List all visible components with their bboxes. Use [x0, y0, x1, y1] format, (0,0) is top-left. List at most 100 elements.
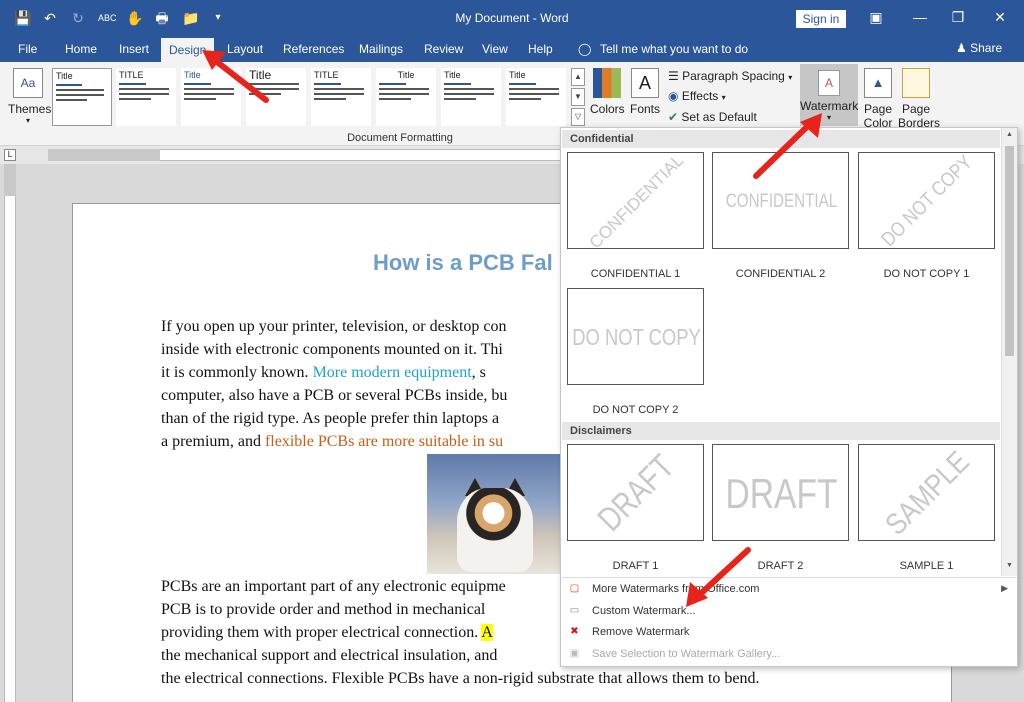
ribbon-tabs: File Home Insert Design Layout Reference…	[0, 36, 1024, 62]
menu-item-label: Save Selection to Watermark Gallery...	[592, 647, 781, 660]
restore-icon[interactable]: ❐	[948, 9, 968, 26]
tab-home[interactable]: Home	[65, 41, 97, 57]
share-button[interactable]: ♟ Share	[956, 41, 1002, 55]
minimize-icon[interactable]: —	[910, 9, 930, 25]
page-icon: ▭	[569, 604, 580, 616]
gallery-scrollbar[interactable]: ▲ ▼	[1001, 128, 1017, 576]
style-set-item[interactable]: TITLE	[116, 68, 176, 126]
checkmark-icon: ✔	[668, 110, 679, 124]
style-set-item[interactable]: Title	[506, 68, 566, 126]
tab-file[interactable]: File	[18, 41, 37, 57]
paragraph-spacing-button[interactable]: ☰ Paragraph Spacing ▾	[668, 69, 792, 83]
style-set-title: Title	[184, 70, 201, 80]
style-set-item[interactable]: Title	[441, 68, 501, 126]
themes-label: Themes	[8, 102, 52, 116]
style-set-title: Title	[397, 70, 415, 80]
page-borders-icon	[902, 68, 930, 98]
page-color-icon: ▲	[864, 68, 892, 98]
watermark-tile-confidential-1[interactable]: CONFIDENTIAL	[567, 152, 704, 249]
quick-access-toolbar: 💾 ↶ ↻ ABC ✋ 🖶 📁 ▾	[14, 9, 226, 27]
section-header-confidential: Confidential	[562, 130, 1000, 148]
tab-help[interactable]: Help	[528, 41, 553, 57]
text-run: it is commonly known.	[161, 364, 309, 381]
hyperlink[interactable]: More modern equipment	[313, 364, 472, 381]
chevron-right-icon: ▶	[1001, 583, 1008, 593]
paragraph-spacing-label: Paragraph Spacing	[682, 69, 785, 83]
touch-mode-icon[interactable]: ✋	[126, 9, 143, 27]
scroll-up-icon[interactable]: ▲	[1004, 131, 1015, 141]
colors-button[interactable]: Colors	[590, 68, 625, 116]
open-folder-icon[interactable]: 📁	[182, 9, 199, 27]
tab-design[interactable]: Design	[161, 38, 215, 62]
ribbon-display-icon[interactable]: ▣	[866, 9, 886, 26]
watermark-caption: DRAFT 2	[757, 560, 804, 572]
style-set-title: Title	[509, 70, 526, 80]
menu-item-label: Remove Watermark	[592, 626, 690, 638]
tab-insert[interactable]: Insert	[119, 41, 149, 57]
set-as-default-button[interactable]: ✔ Set as Default	[668, 110, 757, 124]
gallery-more-icon[interactable]: ▽	[571, 108, 585, 126]
cat-image[interactable]	[427, 454, 563, 574]
style-set-item[interactable]: Title	[181, 68, 241, 126]
chevron-down-icon: ▾	[721, 93, 726, 102]
customize-qat-icon[interactable]: ▾	[210, 9, 226, 27]
watermark-tile-do-not-copy-2[interactable]: DO NOT COPY	[567, 288, 704, 385]
menu-item-label: Custom Watermark...	[592, 604, 696, 617]
watermark-label: Watermark	[800, 99, 859, 113]
tab-layout[interactable]: Layout	[227, 41, 263, 57]
spelling-icon[interactable]: ABC	[98, 9, 117, 27]
close-icon[interactable]: ✕	[990, 9, 1010, 26]
chevron-down-icon[interactable]: ▼	[571, 88, 585, 106]
style-set-item[interactable]: Title	[52, 68, 112, 126]
page-color-label: Page Color	[863, 102, 893, 130]
redo-icon[interactable]: ↻	[70, 9, 86, 27]
watermark-tile-draft-2[interactable]: DRAFT	[712, 444, 849, 541]
watermark-tile-do-not-copy-1[interactable]: DO NOT COPY	[858, 152, 995, 249]
style-set-item[interactable]: TITLE	[311, 68, 371, 126]
vertical-ruler[interactable]	[4, 196, 16, 702]
menu-item-save-selection: ▣ Save Selection to Watermark Gallery...	[562, 643, 1017, 665]
menu-item-custom-watermark[interactable]: ▭ Custom Watermark...	[562, 600, 1017, 622]
tab-mailings[interactable]: Mailings	[359, 41, 403, 57]
themes-button[interactable]: Aa Themes ▾	[8, 68, 52, 125]
paragraph-line: the electrical connections. Flexible PCB…	[161, 670, 760, 687]
highlighted-text: A	[481, 624, 493, 641]
lightbulb-icon: ◯	[578, 42, 592, 56]
ruler-margin	[48, 149, 160, 161]
colors-label: Colors	[590, 102, 625, 116]
watermark-preview-text: DRAFT	[590, 447, 682, 539]
page-color-button[interactable]: ▲ Page Color	[858, 68, 898, 130]
scrollbar-thumb[interactable]	[1005, 146, 1014, 356]
hyperlink[interactable]: flexible PCBs are more suitable in su	[265, 433, 503, 450]
fonts-label: Fonts	[629, 102, 660, 116]
tab-selector[interactable]: L	[4, 149, 16, 161]
tell-me-box[interactable]: Tell me what you want to do	[600, 41, 748, 57]
watermark-tile-draft-1[interactable]: DRAFT	[567, 444, 704, 541]
watermark-button[interactable]: A Watermark ▾	[800, 64, 858, 126]
horizontal-ruler[interactable]	[160, 149, 560, 161]
menu-item-remove-watermark[interactable]: ✖ Remove Watermark	[562, 621, 1017, 643]
watermark-tile-sample-1[interactable]: SAMPLE	[858, 444, 995, 541]
effects-button[interactable]: ◉ Effects ▾	[668, 89, 726, 103]
style-set-title: Title	[249, 68, 272, 82]
chevron-down-icon: ▾	[826, 113, 831, 122]
style-set-item[interactable]: Title	[246, 68, 306, 126]
save-icon[interactable]: 💾	[14, 9, 31, 27]
tab-view[interactable]: View	[482, 41, 508, 57]
print-preview-icon[interactable]: 🖶	[154, 9, 170, 27]
scroll-down-icon[interactable]: ▼	[1004, 562, 1015, 572]
menu-item-more-watermarks[interactable]: ▢ More Watermarks from Office.com ▶	[562, 578, 1017, 600]
sign-in-button[interactable]: Sign in	[796, 10, 846, 28]
tab-review[interactable]: Review	[424, 41, 463, 57]
vertical-ruler-margin	[4, 164, 16, 196]
chevron-up-icon[interactable]: ▲	[571, 68, 585, 86]
cat-figure	[457, 488, 533, 572]
page-borders-button[interactable]: Page Borders	[898, 68, 940, 130]
style-set-title: Title	[444, 70, 461, 80]
fonts-button[interactable]: A Fonts	[628, 68, 662, 116]
tab-references[interactable]: References	[283, 41, 344, 57]
set-as-default-label: Set as Default	[681, 110, 757, 124]
style-set-item[interactable]: Title	[376, 68, 436, 126]
undo-icon[interactable]: ↶	[42, 9, 58, 27]
watermark-tile-confidential-2[interactable]: CONFIDENTIAL	[712, 152, 849, 249]
